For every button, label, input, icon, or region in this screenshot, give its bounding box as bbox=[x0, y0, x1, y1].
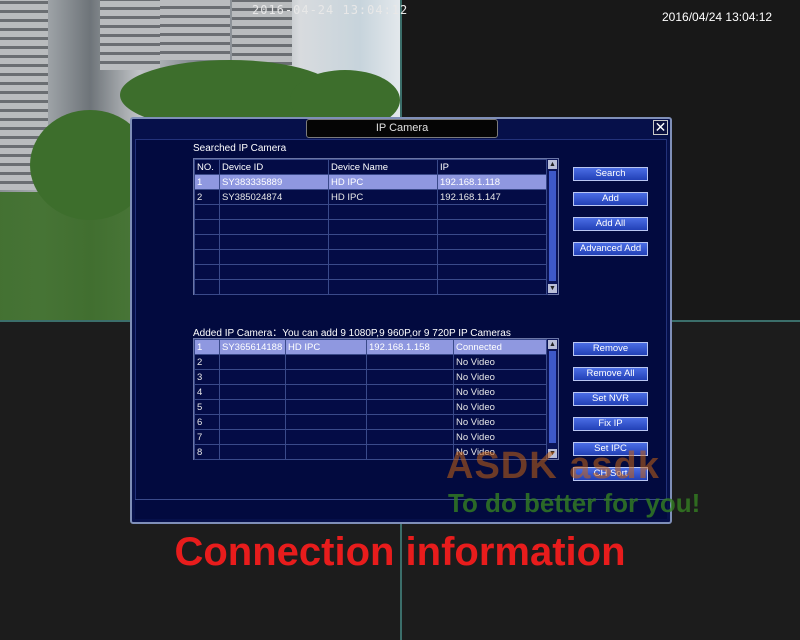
table-row[interactable] bbox=[194, 279, 548, 295]
watermark-slogan: To do better for you! bbox=[448, 488, 701, 518]
fix-ip-button[interactable]: Fix IP bbox=[573, 417, 648, 431]
building-image bbox=[100, 0, 160, 70]
table-row[interactable] bbox=[194, 219, 548, 235]
status-cell: No Video bbox=[453, 414, 548, 430]
status-cell: No Video bbox=[453, 429, 548, 445]
searched-camera-table: NO. Device ID Device Name IP 1 SY38333588… bbox=[193, 158, 559, 295]
status-cell: Connected bbox=[453, 339, 548, 355]
searched-camera-label: Searched IP Camera bbox=[193, 143, 287, 154]
scrollbar[interactable]: ▲ ▼ bbox=[546, 159, 558, 294]
remove-button[interactable]: Remove bbox=[573, 342, 648, 356]
table-row[interactable] bbox=[194, 249, 548, 265]
scroll-down-icon[interactable]: ▼ bbox=[548, 284, 557, 293]
table-row[interactable]: 7 No Video bbox=[194, 429, 548, 445]
scroll-up-icon[interactable]: ▲ bbox=[548, 160, 557, 169]
dialog-title: IP Camera bbox=[306, 119, 498, 138]
building-image bbox=[160, 0, 230, 60]
table-row[interactable] bbox=[194, 234, 548, 250]
table-row[interactable]: 2 SY385024874 HD IPC 192.168.1.147 bbox=[194, 189, 548, 205]
table-row[interactable]: 5 No Video bbox=[194, 399, 548, 415]
column-header-device-id: Device ID bbox=[219, 159, 329, 175]
camera-timestamp: 2016-04-24 13:04:12 bbox=[252, 3, 409, 17]
scrollbar[interactable]: ▲ ▼ bbox=[546, 339, 558, 459]
scroll-up-icon[interactable]: ▲ bbox=[548, 340, 557, 349]
scroll-thumb[interactable] bbox=[549, 171, 556, 281]
status-cell: No Video bbox=[453, 399, 548, 415]
table-row[interactable]: 1 SY365614188 HD IPC 192.168.1.158 Connected bbox=[194, 339, 548, 355]
scroll-thumb[interactable] bbox=[549, 351, 556, 443]
close-icon[interactable]: ✕ bbox=[653, 120, 668, 135]
set-nvr-button[interactable]: Set NVR bbox=[573, 392, 648, 406]
table-row[interactable]: 6 No Video bbox=[194, 414, 548, 430]
advanced-add-button[interactable]: Advanced Add bbox=[573, 242, 648, 256]
column-header-device-name: Device Name bbox=[328, 159, 438, 175]
table-row[interactable]: 2 No Video bbox=[194, 354, 548, 370]
system-clock: 2016/04/24 13:04:12 bbox=[662, 10, 773, 24]
status-cell: No Video bbox=[453, 384, 548, 400]
table-row[interactable]: 3 No Video bbox=[194, 369, 548, 385]
add-button[interactable]: Add bbox=[573, 192, 648, 206]
table-header-row: NO. Device ID Device Name IP bbox=[194, 159, 548, 175]
column-header-no: NO. bbox=[194, 159, 220, 175]
column-header-ip: IP bbox=[437, 159, 548, 175]
add-all-button[interactable]: Add All bbox=[573, 217, 648, 231]
remove-all-button[interactable]: Remove All bbox=[573, 367, 648, 381]
table-row[interactable] bbox=[194, 204, 548, 220]
table-row[interactable]: 1 SY383335889 HD IPC 192.168.1.118 bbox=[194, 174, 548, 190]
table-row[interactable]: 4 No Video bbox=[194, 384, 548, 400]
added-camera-table: 1 SY365614188 HD IPC 192.168.1.158 Connected… bbox=[193, 338, 559, 460]
table-row[interactable] bbox=[194, 264, 548, 280]
caption-text: Connection information bbox=[174, 530, 626, 574]
status-cell: No Video bbox=[453, 354, 548, 370]
added-camera-label: Added IP Camera：You can add 9 1080P,9 96… bbox=[193, 328, 511, 339]
status-cell: No Video bbox=[453, 369, 548, 385]
watermark-brand: ASDK asdk bbox=[446, 445, 660, 487]
search-button[interactable]: Search bbox=[573, 167, 648, 181]
